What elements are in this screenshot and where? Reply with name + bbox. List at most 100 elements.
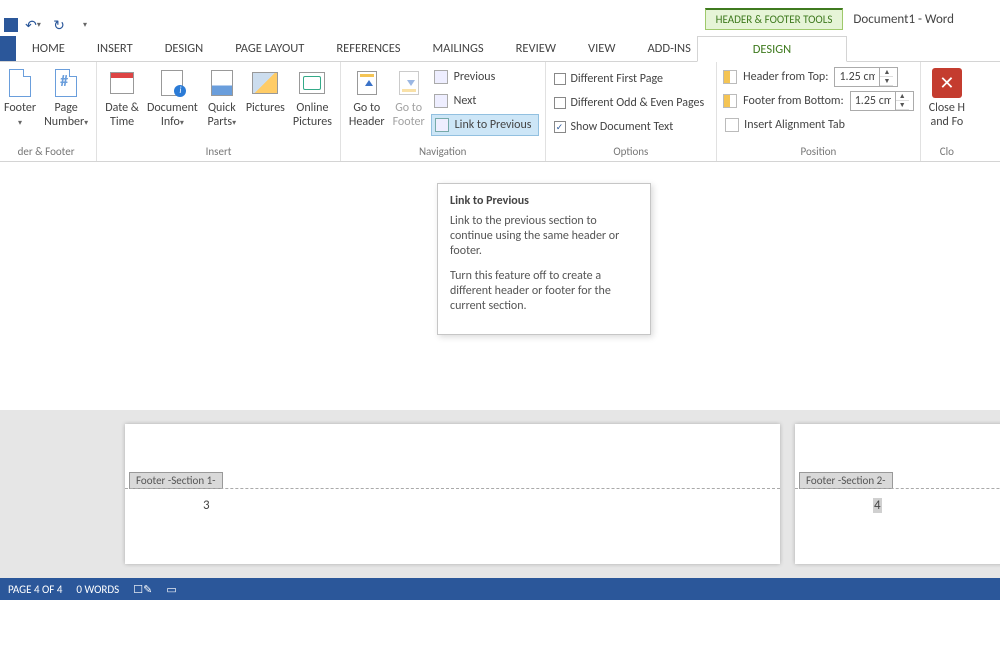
pictures-label: Pictures	[246, 101, 285, 115]
footer-from-bottom-label: Footer from Bottom:	[743, 94, 844, 108]
previous-label: Previous	[454, 70, 496, 84]
footer-from-bottom-spinner[interactable]: ▲▼	[850, 91, 914, 111]
page-number-3[interactable]: 3	[203, 498, 210, 513]
link-to-previous-label: Link to Previous	[455, 118, 532, 132]
checkbox-icon	[554, 73, 566, 85]
tab-design-contextual[interactable]: DESIGN	[697, 36, 847, 62]
ribbon: Footer▾ # Page Number▾ der & Footer Date…	[0, 62, 1000, 162]
pictures-icon	[252, 72, 278, 94]
document-title: Document1 - Word	[853, 12, 954, 27]
date-time-button[interactable]: Date & Time	[101, 64, 143, 129]
word-icon	[4, 18, 18, 32]
status-bar: PAGE 4 OF 4 0 WORDS ☐✎ ▭	[0, 578, 1000, 600]
spinner-down-icon[interactable]: ▼	[880, 77, 893, 86]
tab-mailings[interactable]: MAILINGS	[416, 36, 499, 61]
goto-header-label: Go to Header	[349, 101, 385, 129]
quick-parts-button[interactable]: Quick Parts▾	[202, 64, 242, 130]
footer-icon	[9, 69, 31, 97]
different-first-page-checkbox[interactable]: Different First Page	[552, 68, 711, 90]
insert-alignment-tab-button[interactable]: Insert Alignment Tab	[723, 114, 914, 136]
footer-tag-section-2: Footer -Section 2-	[799, 472, 893, 489]
footer-button[interactable]: Footer▾	[0, 64, 40, 130]
goto-header-icon	[357, 71, 377, 95]
tab-review[interactable]: REVIEW	[500, 36, 572, 61]
different-odd-even-checkbox[interactable]: Different Odd & Even Pages	[552, 92, 711, 114]
next-label: Next	[454, 94, 477, 108]
group-options: Different First Page Different Odd & Eve…	[546, 62, 718, 161]
page-number-icon: #	[55, 69, 77, 97]
ribbon-tabs: HOME INSERT DESIGN PAGE LAYOUT REFERENCE…	[0, 36, 1000, 62]
status-words[interactable]: 0 WORDS	[76, 583, 119, 596]
header-footer-tools-label: HEADER & FOOTER TOOLS	[705, 8, 844, 30]
group-position: Header from Top: ▲▼ Footer from Bottom: …	[717, 62, 921, 161]
group-label-hf: der & Footer	[0, 143, 92, 161]
page-number-label: Page Number	[44, 101, 84, 129]
tab-design[interactable]: DESIGN	[149, 36, 220, 61]
online-pictures-icon	[299, 72, 325, 94]
spinner-down-icon[interactable]: ▼	[896, 101, 909, 110]
close-icon: ✕	[932, 68, 962, 98]
redo-button[interactable]: ↻	[48, 14, 70, 36]
previous-button[interactable]: Previous	[431, 66, 539, 88]
document-info-label: Document Info	[147, 101, 198, 129]
previous-icon	[434, 70, 448, 84]
footer-separator-2	[795, 488, 1000, 489]
title-bar: ↶▾ ↻ ▾ HEADER & FOOTER TOOLS Document1 -…	[0, 0, 1000, 36]
group-label-navigation: Navigation	[345, 143, 541, 161]
tab-home[interactable]: HOME	[16, 36, 81, 61]
footer-label: Footer	[4, 101, 36, 115]
document-info-icon	[161, 70, 183, 96]
document-info-button[interactable]: Document Info▾	[143, 64, 202, 130]
group-insert: Date & Time Document Info▾ Quick Parts▾ …	[97, 62, 341, 161]
different-odd-even-label: Different Odd & Even Pages	[571, 96, 705, 110]
status-spelling-icon[interactable]: ☐✎	[133, 583, 152, 596]
tab-file[interactable]	[0, 36, 16, 61]
online-pictures-label: Online Pictures	[293, 101, 332, 129]
ruler-icon	[723, 94, 737, 108]
page-number-4[interactable]: 4	[873, 498, 882, 513]
footer-from-bottom-input[interactable]	[851, 94, 895, 108]
tab-insert[interactable]: INSERT	[81, 36, 149, 61]
insert-alignment-tab-label: Insert Alignment Tab	[744, 118, 845, 132]
status-page[interactable]: PAGE 4 OF 4	[8, 583, 62, 596]
group-navigation: Go to Header Go to Footer Previous Next …	[341, 62, 546, 161]
header-from-top-spinner[interactable]: ▲▼	[834, 67, 898, 87]
checkbox-checked-icon: ✓	[554, 121, 566, 133]
group-label-close: Clo	[925, 143, 969, 161]
status-macro-icon[interactable]: ▭	[166, 583, 176, 596]
group-header-footer: Footer▾ # Page Number▾ der & Footer	[0, 62, 97, 161]
tooltip-p1: Link to the previous section to continue…	[450, 214, 638, 259]
header-from-top-input[interactable]	[835, 70, 879, 84]
customize-qat-button[interactable]: ▾	[74, 14, 96, 36]
tooltip-title: Link to Previous	[450, 194, 638, 208]
header-from-top-label: Header from Top:	[743, 70, 828, 84]
page-number-button[interactable]: # Page Number▾	[40, 64, 92, 130]
link-to-previous-button[interactable]: Link to Previous	[431, 114, 539, 136]
calendar-icon	[110, 72, 134, 94]
quick-access-toolbar: ↶▾ ↻ ▾	[4, 14, 96, 36]
undo-button[interactable]: ↶▾	[22, 14, 44, 36]
tab-icon	[725, 118, 739, 132]
footer-tag-section-1: Footer -Section 1-	[129, 472, 223, 489]
online-pictures-button[interactable]: Online Pictures	[289, 64, 336, 129]
different-first-page-label: Different First Page	[571, 72, 663, 86]
checkbox-icon	[554, 97, 566, 109]
show-document-text-checkbox[interactable]: ✓Show Document Text	[552, 116, 711, 138]
goto-header-button[interactable]: Go to Header	[345, 64, 389, 129]
next-button[interactable]: Next	[431, 90, 539, 112]
quick-parts-icon	[211, 70, 233, 96]
group-label-position: Position	[721, 143, 916, 161]
page-section-2[interactable]	[795, 424, 1000, 564]
group-label-insert: Insert	[101, 143, 336, 161]
tab-addins[interactable]: ADD-INS	[631, 36, 706, 61]
tab-view[interactable]: VIEW	[572, 36, 631, 61]
date-time-label: Date & Time	[105, 101, 139, 129]
tab-references[interactable]: REFERENCES	[320, 36, 416, 61]
contextual-tab-group: HEADER & FOOTER TOOLS Document1 - Word	[705, 8, 1000, 30]
pictures-button[interactable]: Pictures	[242, 64, 289, 115]
group-close: ✕ Close H and Fo Clo	[921, 62, 973, 161]
page-section-1[interactable]	[125, 424, 780, 564]
tab-page-layout[interactable]: PAGE LAYOUT	[219, 36, 320, 61]
goto-footer-icon	[399, 71, 419, 95]
close-header-footer-button[interactable]: ✕ Close H and Fo	[925, 64, 969, 129]
